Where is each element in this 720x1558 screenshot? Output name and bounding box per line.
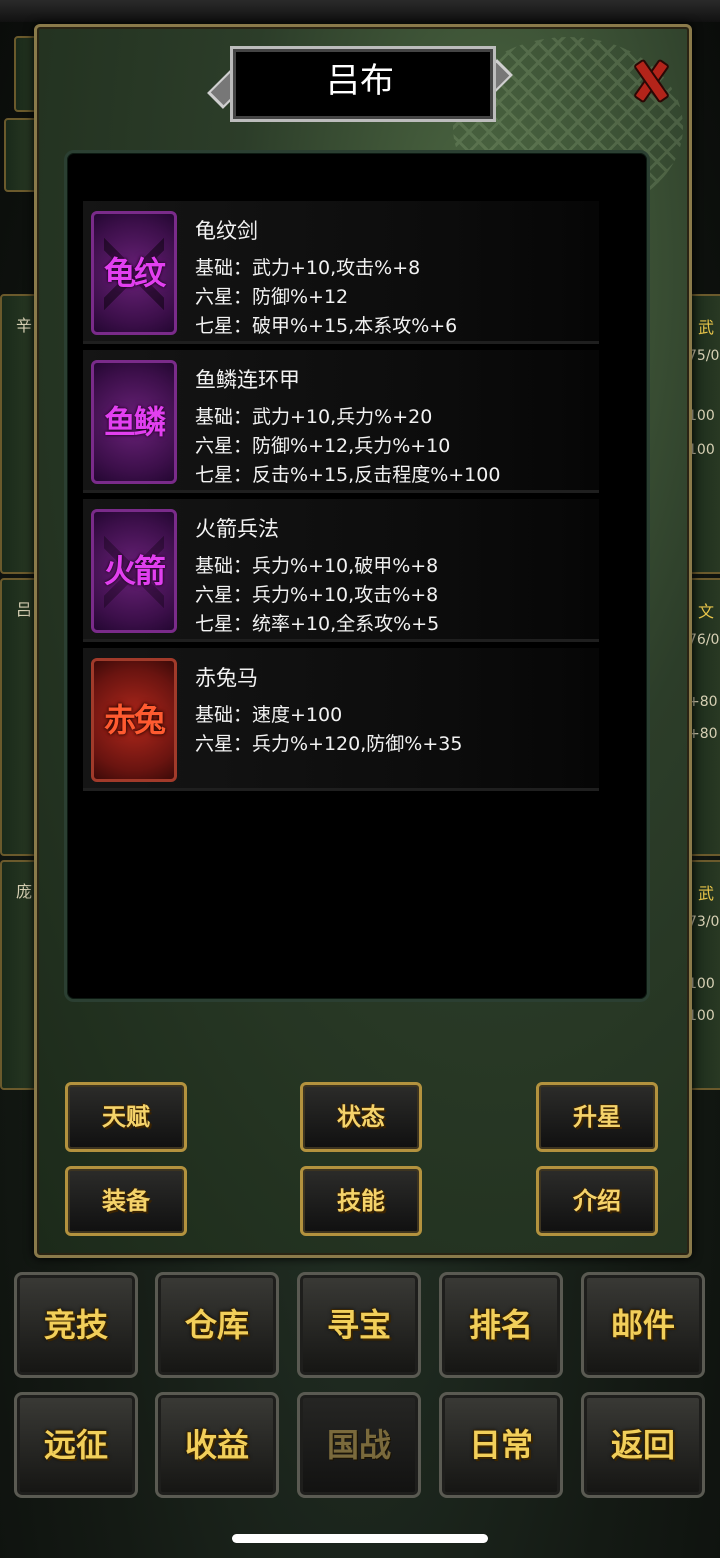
item-stat-base: 基础：兵力%+10,破甲%+8 [195,555,439,577]
equipment-item[interactable]: 龟纹 龟纹剑 基础：武力+10,攻击%+8 六星：防御%+12 七星：破甲%+1… [83,201,599,344]
nav-back-button[interactable]: 返回 [581,1392,705,1498]
bg-right-card-2-v2: +80 [688,726,718,742]
item-stat-seven-star: 七星：反击%+15,反击程度%+100 [195,464,501,486]
nav-warehouse-button[interactable]: 仓库 [155,1272,279,1378]
skill-button[interactable]: 技能 [300,1166,422,1236]
hero-name-title: 吕布 [326,61,394,101]
bg-right-card-2-type: 文 [698,602,715,621]
item-stat-base: 基础：速度+100 [195,704,343,726]
nav-income-button[interactable]: 收益 [155,1392,279,1498]
title-plate: 吕布 [207,42,513,122]
nav-mail-button[interactable]: 邮件 [581,1272,705,1378]
item-stat-seven-star: 七星：破甲%+15,本系攻%+6 [195,315,458,337]
nav-daily-button[interactable]: 日常 [439,1392,563,1498]
item-stat-six-star: 六星：防御%+12 [195,286,349,308]
nav-label: 远征 [43,1426,108,1464]
item-stat-six-star: 六星：防御%+12,兵力%+10 [195,435,451,457]
bg-right-card-1-type: 武 [698,318,715,337]
bg-left-tab[interactable] [4,118,38,192]
talent-button[interactable]: 天赋 [65,1082,187,1152]
turtle-sword-icon: 龟纹 [91,211,177,335]
star-up-button[interactable]: 升星 [536,1082,658,1152]
item-icon-label: 赤兔 [103,701,166,739]
item-stat-base: 基础：武力+10,攻击%+8 [195,257,421,279]
item-icon-label: 龟纹 [103,254,166,292]
red-hare-horse-icon: 赤兔 [91,658,177,782]
item-name: 赤兔马 [195,666,258,690]
nav-label: 排名 [468,1306,533,1344]
nav-label: 仓库 [184,1306,249,1344]
fire-arrow-tactics-icon: 火箭 [91,509,177,633]
scale-armor-icon: 鱼鳞 [91,360,177,484]
star-up-button-label: 升星 [573,1103,621,1131]
bg-right-card-3-count: 73/0 [688,914,720,930]
bg-hero-card-3-name: 庞 [16,882,33,901]
equipment-item[interactable]: 鱼鳞 鱼鳞连环甲 基础：武力+10,兵力%+20 六星：防御%+12,兵力%+1… [83,350,599,493]
item-name: 鱼鳞连环甲 [195,368,300,392]
item-stat-base: 基础：武力+10,兵力%+20 [195,406,433,428]
item-stat-six-star: 六星：兵力%+120,防御%+35 [195,733,463,755]
bg-right-card-1-v1: 100 [688,408,715,424]
item-name: 龟纹剑 [195,219,258,243]
bg-right-card-1-count: 75/0 [688,348,720,364]
bg-hero-card-1-name: 辛 [16,316,33,335]
home-indicator[interactable] [232,1534,488,1543]
nav-treasure-button[interactable]: 寻宝 [297,1272,421,1378]
nav-expedition-button[interactable]: 远征 [14,1392,138,1498]
bg-right-card-1-v2: 100 [688,442,715,458]
item-icon-label: 鱼鳞 [103,403,166,441]
item-stat-six-star: 六星：兵力%+10,攻击%+8 [195,584,439,606]
nav-label: 日常 [468,1426,533,1464]
bg-right-card-3-type: 武 [698,884,715,903]
item-stat-seven-star: 七星：统率+10,全系攻%+5 [195,613,440,635]
nav-label: 竞技 [43,1306,108,1344]
skill-button-label: 技能 [337,1187,385,1215]
nav-label: 邮件 [610,1306,675,1344]
status-button[interactable]: 状态 [300,1082,422,1152]
nav-label: 国战 [326,1426,391,1464]
equipment-item[interactable]: 火箭 火箭兵法 基础：兵力%+10,破甲%+8 六星：兵力%+10,攻击%+8 … [83,499,599,642]
nav-arena-button[interactable]: 竞技 [14,1272,138,1378]
bg-right-card-3-v2: 100 [688,1008,715,1024]
nav-ranking-button[interactable]: 排名 [439,1272,563,1378]
status-button-label: 状态 [337,1103,385,1131]
nav-label: 寻宝 [326,1306,391,1344]
bg-right-card-2-v1: +80 [688,694,718,710]
item-name: 火箭兵法 [195,517,279,541]
intro-button[interactable]: 介绍 [536,1166,658,1236]
equipment-button[interactable]: 装备 [65,1166,187,1236]
intro-button-label: 介绍 [573,1187,621,1215]
equipment-button-label: 装备 [102,1187,150,1215]
bg-right-card-2-count: 76/0 [688,632,720,648]
talent-button-label: 天赋 [102,1103,150,1131]
equipment-panel: 龟纹 龟纹剑 基础：武力+10,攻击%+8 六星：防御%+12 七星：破甲%+1… [64,150,650,1002]
bg-right-card-3-v1: 100 [688,976,715,992]
nav-label: 返回 [610,1426,675,1464]
bg-hero-card-2-name: 吕 [16,600,33,619]
item-icon-label: 火箭 [103,552,166,590]
close-icon[interactable] [628,56,671,104]
nav-national-war-button[interactable]: 国战 [297,1392,421,1498]
nav-label: 收益 [184,1426,249,1464]
equipment-item[interactable]: 赤兔 赤兔马 基础：速度+100 六星：兵力%+120,防御%+35 [83,648,599,791]
top-strip [0,0,720,22]
